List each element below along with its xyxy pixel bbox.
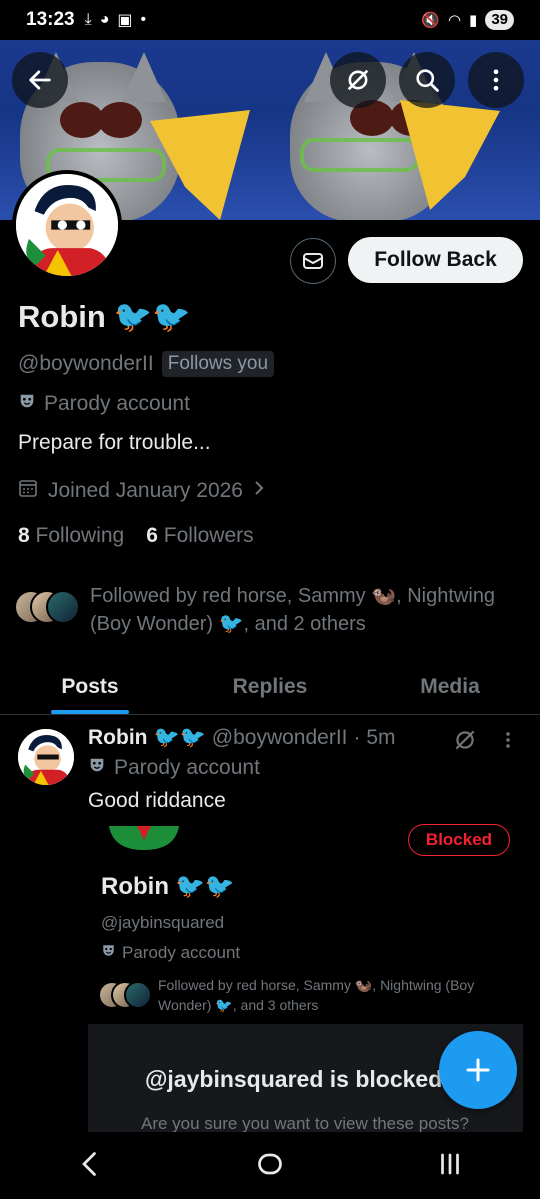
back-arrow-icon: [29, 70, 51, 90]
parody-mask-icon: [18, 392, 36, 416]
screenshot-icon: ▣: [117, 12, 133, 29]
post-grok-button[interactable]: [452, 727, 478, 758]
parody-mask-icon: [101, 943, 116, 963]
post-author-handle: @boywonderII: [211, 726, 348, 749]
tab-media[interactable]: Media: [360, 660, 540, 714]
status-time: 13:23: [26, 9, 75, 30]
follower-avatar: [46, 590, 80, 624]
home-circle-icon: [258, 1153, 282, 1175]
message-button[interactable]: [290, 238, 336, 284]
battery-indicator: 39: [485, 10, 514, 30]
post-header: Robin 🐦🐦 @boywonderII · 5m: [88, 726, 396, 750]
profile-avatar[interactable]: [12, 170, 122, 280]
robin-avatar-image: [18, 729, 74, 785]
followed-by-text: Followed by red horse, Sammy 🦦, Nightwin…: [90, 585, 496, 635]
followed-by-row[interactable]: Followed by red horse, Sammy 🦦, Nightwin…: [14, 582, 524, 638]
follow-counts: 8 Following 6 Followers: [18, 524, 254, 548]
follow-back-button[interactable]: Follow Back: [348, 237, 523, 283]
nav-back-button[interactable]: [72, 1146, 108, 1187]
followers-label: Followers: [163, 524, 254, 547]
recents-icon: [441, 1153, 459, 1175]
followers-link[interactable]: 6 Followers: [146, 524, 253, 548]
quoted-avatar-fragment: [109, 826, 179, 850]
tab-posts[interactable]: Posts: [0, 660, 180, 714]
followers-count: 6: [146, 524, 158, 547]
parody-text: Parody account: [44, 392, 190, 415]
profile-handle: @boywonderII: [18, 352, 154, 375]
nav-recents-button[interactable]: [432, 1146, 468, 1187]
back-button[interactable]: [12, 52, 68, 108]
compose-post-button[interactable]: [439, 1031, 517, 1109]
post-author-emoji: 🐦🐦: [153, 726, 206, 749]
blocked-badge[interactable]: Blocked: [408, 824, 510, 856]
chevron-right-icon: [253, 478, 265, 504]
calendar-icon: [18, 478, 38, 504]
signal-icon: ▮: [469, 12, 478, 29]
following-count: 8: [18, 524, 30, 547]
profile-name: Robin 🐦🐦: [18, 298, 191, 335]
post-parody-text: Parody account: [114, 756, 260, 779]
envelope-icon: [303, 253, 323, 269]
nav-home-button[interactable]: [252, 1146, 288, 1187]
robin-avatar-image: [16, 174, 118, 276]
mute-icon: 🔇: [421, 12, 440, 29]
status-bar: 13:23 ⤓ ◕ ▣ • 🔇 ◠ ▮ 39: [0, 0, 540, 40]
dot-icon: •: [140, 11, 147, 28]
profile-bio: Prepare for trouble...: [18, 431, 211, 454]
chevron-left-icon: [82, 1152, 96, 1176]
grok-icon: [347, 69, 369, 91]
parody-label: Parody account: [18, 392, 190, 416]
post-time: · 5m: [353, 726, 396, 749]
plus-icon: [466, 1058, 490, 1082]
more-vertical-icon: [506, 732, 510, 748]
follower-avatar: [124, 981, 152, 1009]
status-notification-icons: ⤓ ◕ ▣ •: [85, 10, 146, 30]
profile-name-text: Robin: [18, 298, 106, 334]
grok-icon: [455, 730, 475, 750]
post-parody-label: Parody account: [88, 756, 260, 780]
joined-text: Joined January 2026: [48, 479, 243, 502]
post-author-name: Robin: [88, 726, 148, 749]
download-icon: ⤓: [84, 11, 92, 28]
quoted-name-text: Robin: [101, 872, 169, 900]
profile-name-emoji: 🐦🐦: [113, 299, 192, 334]
joined-row[interactable]: Joined January 2026: [18, 478, 265, 504]
followed-by-avatars: [98, 981, 152, 1009]
profile-handle-row: @boywonderII Follows you: [18, 351, 275, 377]
followed-by-avatars: [14, 590, 82, 626]
quoted-name-emoji: 🐦🐦: [174, 873, 235, 900]
follows-you-badge: Follows you: [161, 351, 275, 377]
parody-mask-icon: [88, 756, 106, 780]
more-vertical-icon: [493, 69, 499, 91]
profile-tabs: Posts Replies Media: [0, 660, 540, 715]
more-options-button[interactable]: [468, 52, 524, 108]
quoted-name: Robin 🐦🐦: [101, 872, 235, 901]
post-author-avatar[interactable]: [18, 729, 74, 785]
quoted-followed-by-row[interactable]: Followed by red horse, Sammy 🦦, Nightwin…: [98, 975, 508, 1015]
tab-replies[interactable]: Replies: [180, 660, 360, 714]
grok-button[interactable]: [330, 52, 386, 108]
wifi-icon: ◠: [447, 12, 462, 29]
search-button[interactable]: [399, 52, 455, 108]
following-link[interactable]: 8 Following: [18, 524, 124, 548]
blocked-title: @jaybinsquared is blocked: [145, 1066, 443, 1092]
system-nav-bar: [0, 1134, 540, 1199]
post-text: Good riddance: [88, 789, 226, 812]
quoted-parody-text: Parody account: [122, 943, 241, 962]
search-icon: [416, 69, 439, 92]
post-more-button[interactable]: [502, 727, 514, 758]
quoted-parody-label: Parody account: [101, 943, 240, 963]
blocked-subtitle: Are you sure you want to view these post…: [141, 1114, 469, 1132]
quoted-followed-by-text: Followed by red horse, Sammy 🦦, Nightwin…: [158, 977, 475, 1013]
quoted-handle: @jaybinsquared: [101, 913, 225, 932]
game-controller-icon: ◕: [99, 11, 110, 28]
following-label: Following: [35, 524, 125, 547]
